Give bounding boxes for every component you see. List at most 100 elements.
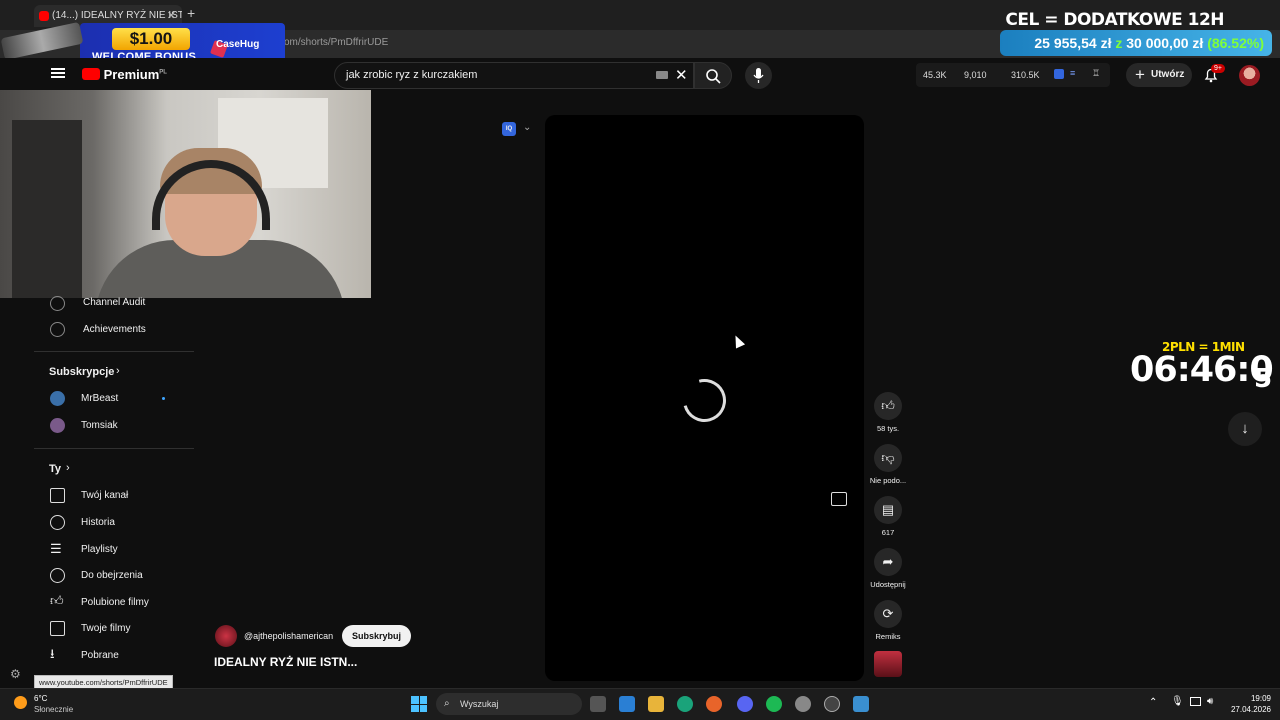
sidebar-divider [34,351,194,352]
windows-taskbar [0,688,1280,720]
thumb-down-icon[interactable]: 👎︎ [874,444,902,472]
create-button[interactable]: + Utwórz [1126,63,1192,87]
subscribe-button[interactable]: Subskrybuj [342,625,411,647]
sidebar-divider [34,448,194,449]
keyboard-icon[interactable] [656,71,668,79]
remix-action[interactable]: ⟳ Remiks [874,600,902,641]
share-icon[interactable]: ➦ [874,548,902,576]
sidebar-item-liked-videos[interactable]: Polubione filmy [81,597,149,608]
notepad-icon[interactable] [853,696,869,712]
goal-target: 30 000,00 zł [1126,35,1204,51]
sidebar-item-achievements[interactable]: Achievements [83,324,146,335]
like-count: 58 tys. [876,424,900,433]
sidebar-item-playlists[interactable]: Playlisty [81,544,118,555]
channel-name[interactable]: @ajthepolishamerican [244,631,333,641]
thumb-up-icon[interactable]: 👍︎ [874,392,902,420]
share-action[interactable]: ➦ Udostępnij [870,548,906,589]
taskbar-search-label: Wyszukaj [460,699,499,709]
volume-icon[interactable]: 🔊︎ [1207,696,1213,707]
remix-icon[interactable]: ⟳ [874,600,902,628]
notifications-button[interactable]: 9+ [1202,64,1225,84]
voice-search-button[interactable] [745,62,772,89]
store-icon[interactable] [619,696,635,712]
hamburger-menu-icon[interactable] [51,66,65,80]
like-action[interactable]: 👍︎ 58 tys. [874,392,902,433]
url-text[interactable]: om/shorts/PmDffrirUDE [284,37,388,48]
stat-a: 45.3K [923,70,947,80]
search-input[interactable]: jak zrobic ryz z kurczakiem [346,69,477,81]
search-icon: ⌕ [444,698,450,709]
firefox-icon[interactable] [706,696,722,712]
sidebar-item-history[interactable]: Historia [81,517,115,528]
dislike-action[interactable]: 👎︎ Nie podo... [870,444,906,485]
sidebar-item-your-channel[interactable]: Twój kanał [81,490,128,501]
extension-icon[interactable] [1054,69,1064,79]
weather-temperature[interactable]: 6°C [34,694,47,703]
settings-icon[interactable] [795,696,811,712]
microphone-icon [753,68,764,83]
sidebar-item-your-videos[interactable]: Twoje filmy [81,623,130,634]
comment-count: 617 [881,528,895,537]
sidebar-item-watch-later[interactable]: Do obejrzenia [81,570,143,581]
taskbar-time[interactable]: 19:09 [1217,694,1271,703]
taskbar-search[interactable]: ⌕ Wyszukaj [436,693,582,715]
sidebar-sub-mrbeast[interactable]: MrBeast [81,393,118,404]
you-header[interactable]: Ty [49,463,61,475]
obs-icon[interactable] [824,696,840,712]
comment-icon[interactable]: ▤ [874,496,902,524]
mrbeast-avatar [50,391,65,406]
iq-extension-button[interactable]: IQ [502,122,516,136]
share-label: Udostępnij [870,580,906,589]
spotify-icon[interactable] [766,696,782,712]
task-view-icon[interactable] [590,696,606,712]
search-button[interactable] [694,62,732,89]
weather-sun-icon[interactable] [14,696,27,709]
tray-chevron-up-icon[interactable]: ⌃ [1149,697,1157,708]
account-icon [50,488,65,503]
list-icon[interactable]: ≡ [1070,68,1075,78]
sidebar-item-downloads[interactable]: Pobrane [81,650,119,661]
create-label: Utwórz [1151,69,1185,80]
channel-avatar[interactable] [215,625,237,647]
clear-search-icon[interactable]: ✕ [675,66,688,84]
stat-c: 310.5K [1011,70,1040,80]
webcam-overlay [0,90,371,298]
video-title: IDEALNY RYŻ NIE ISTN... [214,655,358,669]
settings-gear-icon[interactable]: ⚙ [10,667,21,681]
goal-current: 25 955,54 zł [1034,35,1112,51]
windows-start-icon[interactable] [411,696,427,712]
chevron-right-icon[interactable]: › [66,462,70,474]
goal-progress-bar: 25 955,54 zł z 30 000,00 zł (86.52%) [1000,30,1272,56]
sound-thumbnail[interactable] [874,651,902,677]
youtube-logo[interactable]: PremiumPL [82,67,167,82]
edge-icon[interactable] [677,696,693,712]
remix-label: Remiks [875,632,901,641]
weather-condition[interactable]: Słonecznie [34,705,73,714]
channel-stats-widget[interactable]: 45.3K 9,010 310.5K ≡ ♖ [916,63,1110,87]
comments-action[interactable]: ▤ 617 [874,496,902,537]
sidebar-sub-tomsiak[interactable]: Tomsiak [81,420,118,431]
subathon-timer-last-digit: 5 [1254,364,1273,394]
subscriptions-header[interactable]: Subskrypcje [49,366,114,378]
tomsiak-avatar [50,418,65,433]
file-explorer-icon[interactable] [648,696,664,712]
chevron-down-icon[interactable]: ⌄ [523,122,531,133]
video-icon [50,621,65,636]
trophy-icon[interactable]: ♖ [1092,68,1100,79]
promo-brand: CaseHug [216,39,260,50]
youtube-play-icon [82,68,100,80]
chevron-right-icon[interactable]: › [116,365,120,377]
weapon-skin-image [0,21,84,61]
taskbar-date[interactable]: 27.04.2026 [1217,705,1271,714]
goal-title: CEL = DODATKOWE 12H [1005,10,1224,30]
thumb-up-icon: 👍︎ [50,593,64,608]
network-icon[interactable] [1190,697,1201,706]
download-icon: ⭳ [50,646,55,661]
fullscreen-icon[interactable] [831,492,847,506]
next-video-button[interactable]: ↓ [1228,412,1262,446]
account-avatar[interactable] [1239,65,1260,86]
sidebar-item-channel-audit[interactable]: Channel Audit [83,297,145,308]
discord-icon[interactable] [737,696,753,712]
microphone-tray-icon[interactable]: 🎙︎ [1171,696,1184,707]
notification-badge: 9+ [1211,64,1225,73]
